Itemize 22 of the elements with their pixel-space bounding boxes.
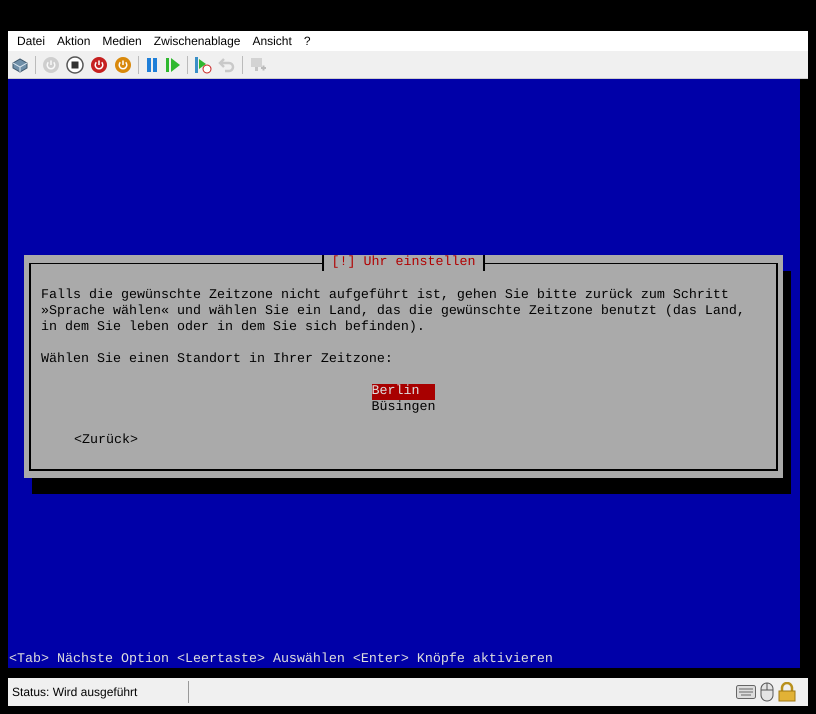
menu-item[interactable]: Aktion [51,34,96,48]
menu-item[interactable]: Medien [96,34,148,48]
prompt-text: Wählen Sie einen Standort in Ihrer Zeitzone: [41,352,394,368]
dialog-title: [!] Uhr einstellen [322,255,486,271]
menu-item[interactable]: Zwischenablage [148,34,246,48]
menu-item[interactable]: ? [298,34,316,48]
back-button[interactable]: <Zurück> [74,433,138,449]
menu-item[interactable]: Datei [11,34,52,48]
mouse-icon [760,682,774,702]
checkpoint-icon[interactable] [194,56,212,74]
power-icon[interactable] [114,56,132,74]
stop-icon[interactable] [66,56,84,74]
pause-icon[interactable] [145,56,159,72]
menu-item[interactable]: Ansicht [246,34,298,48]
list-option[interactable]: Berlin [372,384,436,400]
lock-icon [778,682,796,702]
list-option[interactable]: Büsingen [372,400,436,416]
play-icon[interactable] [165,56,181,72]
status-text: Status: Wird ausgeführt [12,681,189,703]
power-icon[interactable] [90,56,108,74]
dialog-message: Falls die gewünschte Zeitzone nicht aufgeführt ist, gehen Sie bitte zurück zum Schritt »Sprache wählen« und wählen Sie ein Land, das die gewünschte Zeitzone benutzt (das Land, in dem Sie leben oder in dem Sie sich befinden). [41,288,746,336]
key-hint-line: <Tab> Nächste Option <Leertaste> Auswählen <Enter> Knöpfe aktivieren [8,652,554,668]
